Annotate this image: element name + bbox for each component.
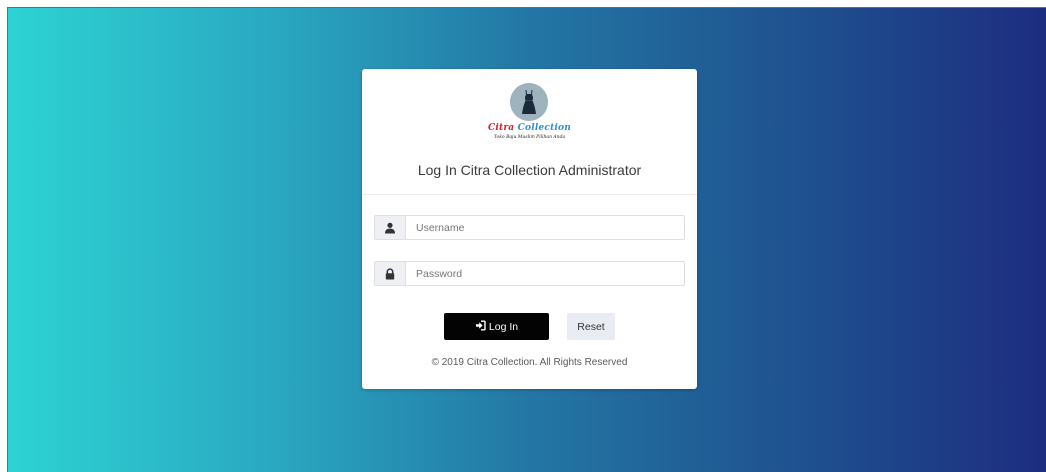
password-group	[374, 261, 685, 286]
login-button[interactable]: Log In	[444, 313, 549, 340]
brand-tagline: Toko Baju Muslim Pilihan Anda	[493, 135, 566, 140]
brand-logo: Citra Collection Toko Baju Muslim Piliha…	[362, 83, 697, 145]
login-card: Citra Collection Toko Baju Muslim Piliha…	[362, 69, 697, 389]
brand-name-part1: Citra	[488, 123, 515, 133]
sign-in-icon	[475, 320, 486, 334]
header-divider	[362, 194, 697, 195]
password-input[interactable]	[406, 262, 684, 285]
login-title: Log In Citra Collection Administrator	[417, 162, 642, 178]
username-input[interactable]	[406, 216, 684, 239]
brand-name-part2: Collection	[517, 123, 571, 133]
lock-icon	[375, 262, 406, 285]
username-group	[374, 215, 685, 240]
user-icon	[375, 216, 406, 239]
reset-button[interactable]: Reset	[567, 313, 615, 340]
page-background: Citra Collection Toko Baju Muslim Piliha…	[7, 7, 1046, 472]
dress-icon	[510, 83, 548, 121]
copyright-footer: © 2019 Citra Collection. All Rights Rese…	[431, 357, 628, 368]
login-button-label: Log In	[488, 320, 519, 333]
brand-name: Citra Collection	[362, 123, 697, 133]
